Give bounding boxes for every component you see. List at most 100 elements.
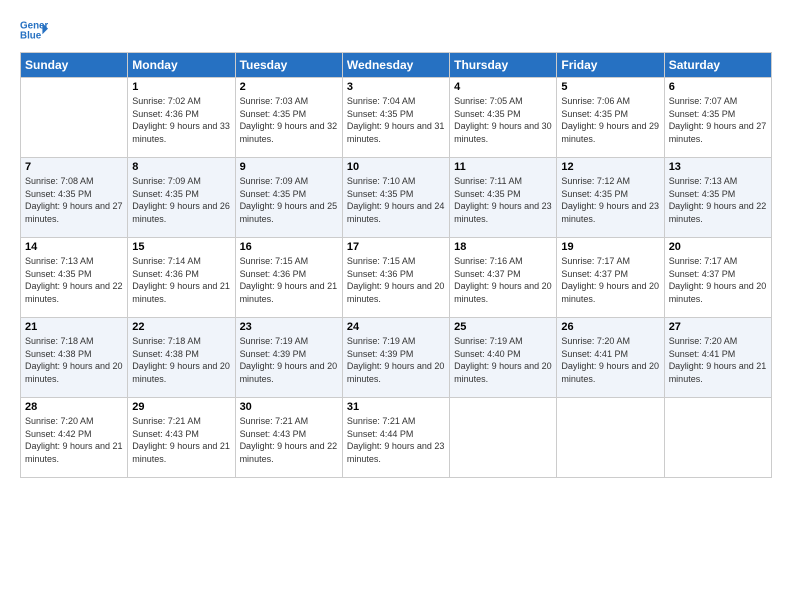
calendar-cell: 30Sunrise: 7:21 AMSunset: 4:43 PMDayligh… [235,398,342,478]
calendar-cell: 22 Sunrise: 7:18 AMSunset: 4:38 PMDayligh… [128,318,235,398]
cell-sun-info: Sunrise: 7:09 AMSunset: 4:35 PMDaylight:… [132,175,230,225]
calendar-cell [557,398,664,478]
cell-sun-info: Sunrise: 7:14 AMSunset: 4:36 PMDaylight:… [132,255,230,305]
cell-day-number: 10 [347,161,445,173]
cell-day-number: 13 [669,161,767,173]
calendar-cell: 5 Sunrise: 7:06 AMSunset: 4:35 PMDaylight… [557,78,664,158]
logo: General Blue [20,16,48,44]
calendar-cell: 29 Sunrise: 7:21 AMSunset: 4:43 PMDayligh… [128,398,235,478]
cell-sun-info: Sunrise: 7:13 AMSunset: 4:35 PMDaylight:… [669,175,767,225]
week-row-1: 1 Sunrise: 7:02 AMSunset: 4:36 PMDaylight… [21,78,772,158]
cell-day-number: 23 [240,321,338,333]
cell-day-number: 17 [347,241,445,253]
calendar-cell: 23 Sunrise: 7:19 AMSunset: 4:39 PMDayligh… [235,318,342,398]
calendar-cell: 11 Sunrise: 7:11 AMSunset: 4:35 PMDayligh… [450,158,557,238]
cell-sun-info: Sunrise: 7:17 AMSunset: 4:37 PMDaylight:… [561,255,659,305]
calendar-cell: 8 Sunrise: 7:09 AMSunset: 4:35 PMDaylight… [128,158,235,238]
cell-sun-info: Sunrise: 7:20 AMSunset: 4:41 PMDaylight:… [669,335,767,385]
cell-day-number: 15 [132,241,230,253]
cell-sun-info: Sunrise: 7:15 AMSunset: 4:36 PMDaylight:… [347,255,445,305]
calendar-cell: 19 Sunrise: 7:17 AMSunset: 4:37 PMDayligh… [557,238,664,318]
day-header-sunday: Sunday [21,53,128,78]
cell-sun-info: Sunrise: 7:18 AMSunset: 4:38 PMDaylight:… [132,335,230,385]
logo-icon: General Blue [20,16,48,44]
cell-sun-info: Sunrise: 7:09 AMSunset: 4:35 PMDaylight:… [240,175,338,225]
week-row-3: 14 Sunrise: 7:13 AMSunset: 4:35 PMDayligh… [21,238,772,318]
calendar-cell: 7Sunrise: 7:08 AMSunset: 4:35 PMDaylight… [21,158,128,238]
svg-text:Blue: Blue [20,30,42,41]
cell-day-number: 29 [132,401,230,413]
cell-day-number: 5 [561,81,659,93]
calendar-table: SundayMondayTuesdayWednesdayThursdayFrid… [20,52,772,478]
cell-day-number: 1 [132,81,230,93]
cell-day-number: 22 [132,321,230,333]
week-row-5: 28 Sunrise: 7:20 AMSunset: 4:42 PMDayligh… [21,398,772,478]
cell-day-number: 14 [25,241,123,253]
calendar-cell: 1 Sunrise: 7:02 AMSunset: 4:36 PMDaylight… [128,78,235,158]
calendar-cell [664,398,771,478]
cell-day-number: 7 [25,161,123,173]
cell-day-number: 24 [347,321,445,333]
calendar-cell: 31 Sunrise: 7:21 AMSunset: 4:44 PMDayligh… [342,398,449,478]
cell-day-number: 18 [454,241,552,253]
cell-sun-info: Sunrise: 7:20 AMSunset: 4:42 PMDaylight:… [25,415,123,465]
cell-sun-info: Sunrise: 7:21 AMSunset: 4:44 PMDaylight:… [347,415,445,465]
cell-day-number: 16 [240,241,338,253]
calendar-cell: 15 Sunrise: 7:14 AMSunset: 4:36 PMDayligh… [128,238,235,318]
cell-sun-info: Sunrise: 7:17 AMSunset: 4:37 PMDaylight:… [669,255,767,305]
calendar-cell: 14 Sunrise: 7:13 AMSunset: 4:35 PMDayligh… [21,238,128,318]
day-header-wednesday: Wednesday [342,53,449,78]
cell-sun-info: Sunrise: 7:21 AMSunset: 4:43 PMDaylight:… [240,415,338,465]
calendar-cell: 6Sunrise: 7:07 AMSunset: 4:35 PMDaylight… [664,78,771,158]
header-row: SundayMondayTuesdayWednesdayThursdayFrid… [21,53,772,78]
cell-day-number: 3 [347,81,445,93]
cell-day-number: 25 [454,321,552,333]
cell-day-number: 27 [669,321,767,333]
cell-sun-info: Sunrise: 7:19 AMSunset: 4:40 PMDaylight:… [454,335,552,385]
cell-sun-info: Sunrise: 7:20 AMSunset: 4:41 PMDaylight:… [561,335,659,385]
cell-sun-info: Sunrise: 7:11 AMSunset: 4:35 PMDaylight:… [454,175,552,225]
cell-sun-info: Sunrise: 7:03 AMSunset: 4:35 PMDaylight:… [240,95,338,145]
day-header-thursday: Thursday [450,53,557,78]
cell-sun-info: Sunrise: 7:19 AMSunset: 4:39 PMDaylight:… [240,335,338,385]
cell-sun-info: Sunrise: 7:15 AMSunset: 4:36 PMDaylight:… [240,255,338,305]
cell-sun-info: Sunrise: 7:07 AMSunset: 4:35 PMDaylight:… [669,95,767,145]
cell-sun-info: Sunrise: 7:21 AMSunset: 4:43 PMDaylight:… [132,415,230,465]
day-header-monday: Monday [128,53,235,78]
cell-sun-info: Sunrise: 7:05 AMSunset: 4:35 PMDaylight:… [454,95,552,145]
cell-day-number: 31 [347,401,445,413]
cell-day-number: 9 [240,161,338,173]
week-row-4: 21Sunrise: 7:18 AMSunset: 4:38 PMDayligh… [21,318,772,398]
cell-sun-info: Sunrise: 7:19 AMSunset: 4:39 PMDaylight:… [347,335,445,385]
calendar-cell: 26 Sunrise: 7:20 AMSunset: 4:41 PMDayligh… [557,318,664,398]
calendar-cell: 27 Sunrise: 7:20 AMSunset: 4:41 PMDayligh… [664,318,771,398]
cell-day-number: 4 [454,81,552,93]
calendar-cell: 28 Sunrise: 7:20 AMSunset: 4:42 PMDayligh… [21,398,128,478]
cell-day-number: 11 [454,161,552,173]
calendar-cell: 3 Sunrise: 7:04 AMSunset: 4:35 PMDaylight… [342,78,449,158]
calendar-cell: 21Sunrise: 7:18 AMSunset: 4:38 PMDayligh… [21,318,128,398]
week-row-2: 7Sunrise: 7:08 AMSunset: 4:35 PMDaylight… [21,158,772,238]
cell-sun-info: Sunrise: 7:04 AMSunset: 4:35 PMDaylight:… [347,95,445,145]
day-header-friday: Friday [557,53,664,78]
cell-day-number: 20 [669,241,767,253]
cell-day-number: 19 [561,241,659,253]
day-header-saturday: Saturday [664,53,771,78]
calendar-cell: 9 Sunrise: 7:09 AMSunset: 4:35 PMDaylight… [235,158,342,238]
cell-day-number: 12 [561,161,659,173]
cell-sun-info: Sunrise: 7:02 AMSunset: 4:36 PMDaylight:… [132,95,230,145]
cell-day-number: 26 [561,321,659,333]
calendar-cell: 24 Sunrise: 7:19 AMSunset: 4:39 PMDayligh… [342,318,449,398]
calendar-cell: 10Sunrise: 7:10 AMSunset: 4:35 PMDayligh… [342,158,449,238]
cell-day-number: 8 [132,161,230,173]
calendar-cell [450,398,557,478]
calendar-cell: 2Sunrise: 7:03 AMSunset: 4:35 PMDaylight… [235,78,342,158]
calendar-cell [21,78,128,158]
cell-sun-info: Sunrise: 7:13 AMSunset: 4:35 PMDaylight:… [25,255,123,305]
cell-day-number: 28 [25,401,123,413]
calendar-cell: 20 Sunrise: 7:17 AMSunset: 4:37 PMDayligh… [664,238,771,318]
cell-sun-info: Sunrise: 7:06 AMSunset: 4:35 PMDaylight:… [561,95,659,145]
calendar-cell: 12 Sunrise: 7:12 AMSunset: 4:35 PMDayligh… [557,158,664,238]
calendar-cell: 25 Sunrise: 7:19 AMSunset: 4:40 PMDayligh… [450,318,557,398]
cell-sun-info: Sunrise: 7:12 AMSunset: 4:35 PMDaylight:… [561,175,659,225]
